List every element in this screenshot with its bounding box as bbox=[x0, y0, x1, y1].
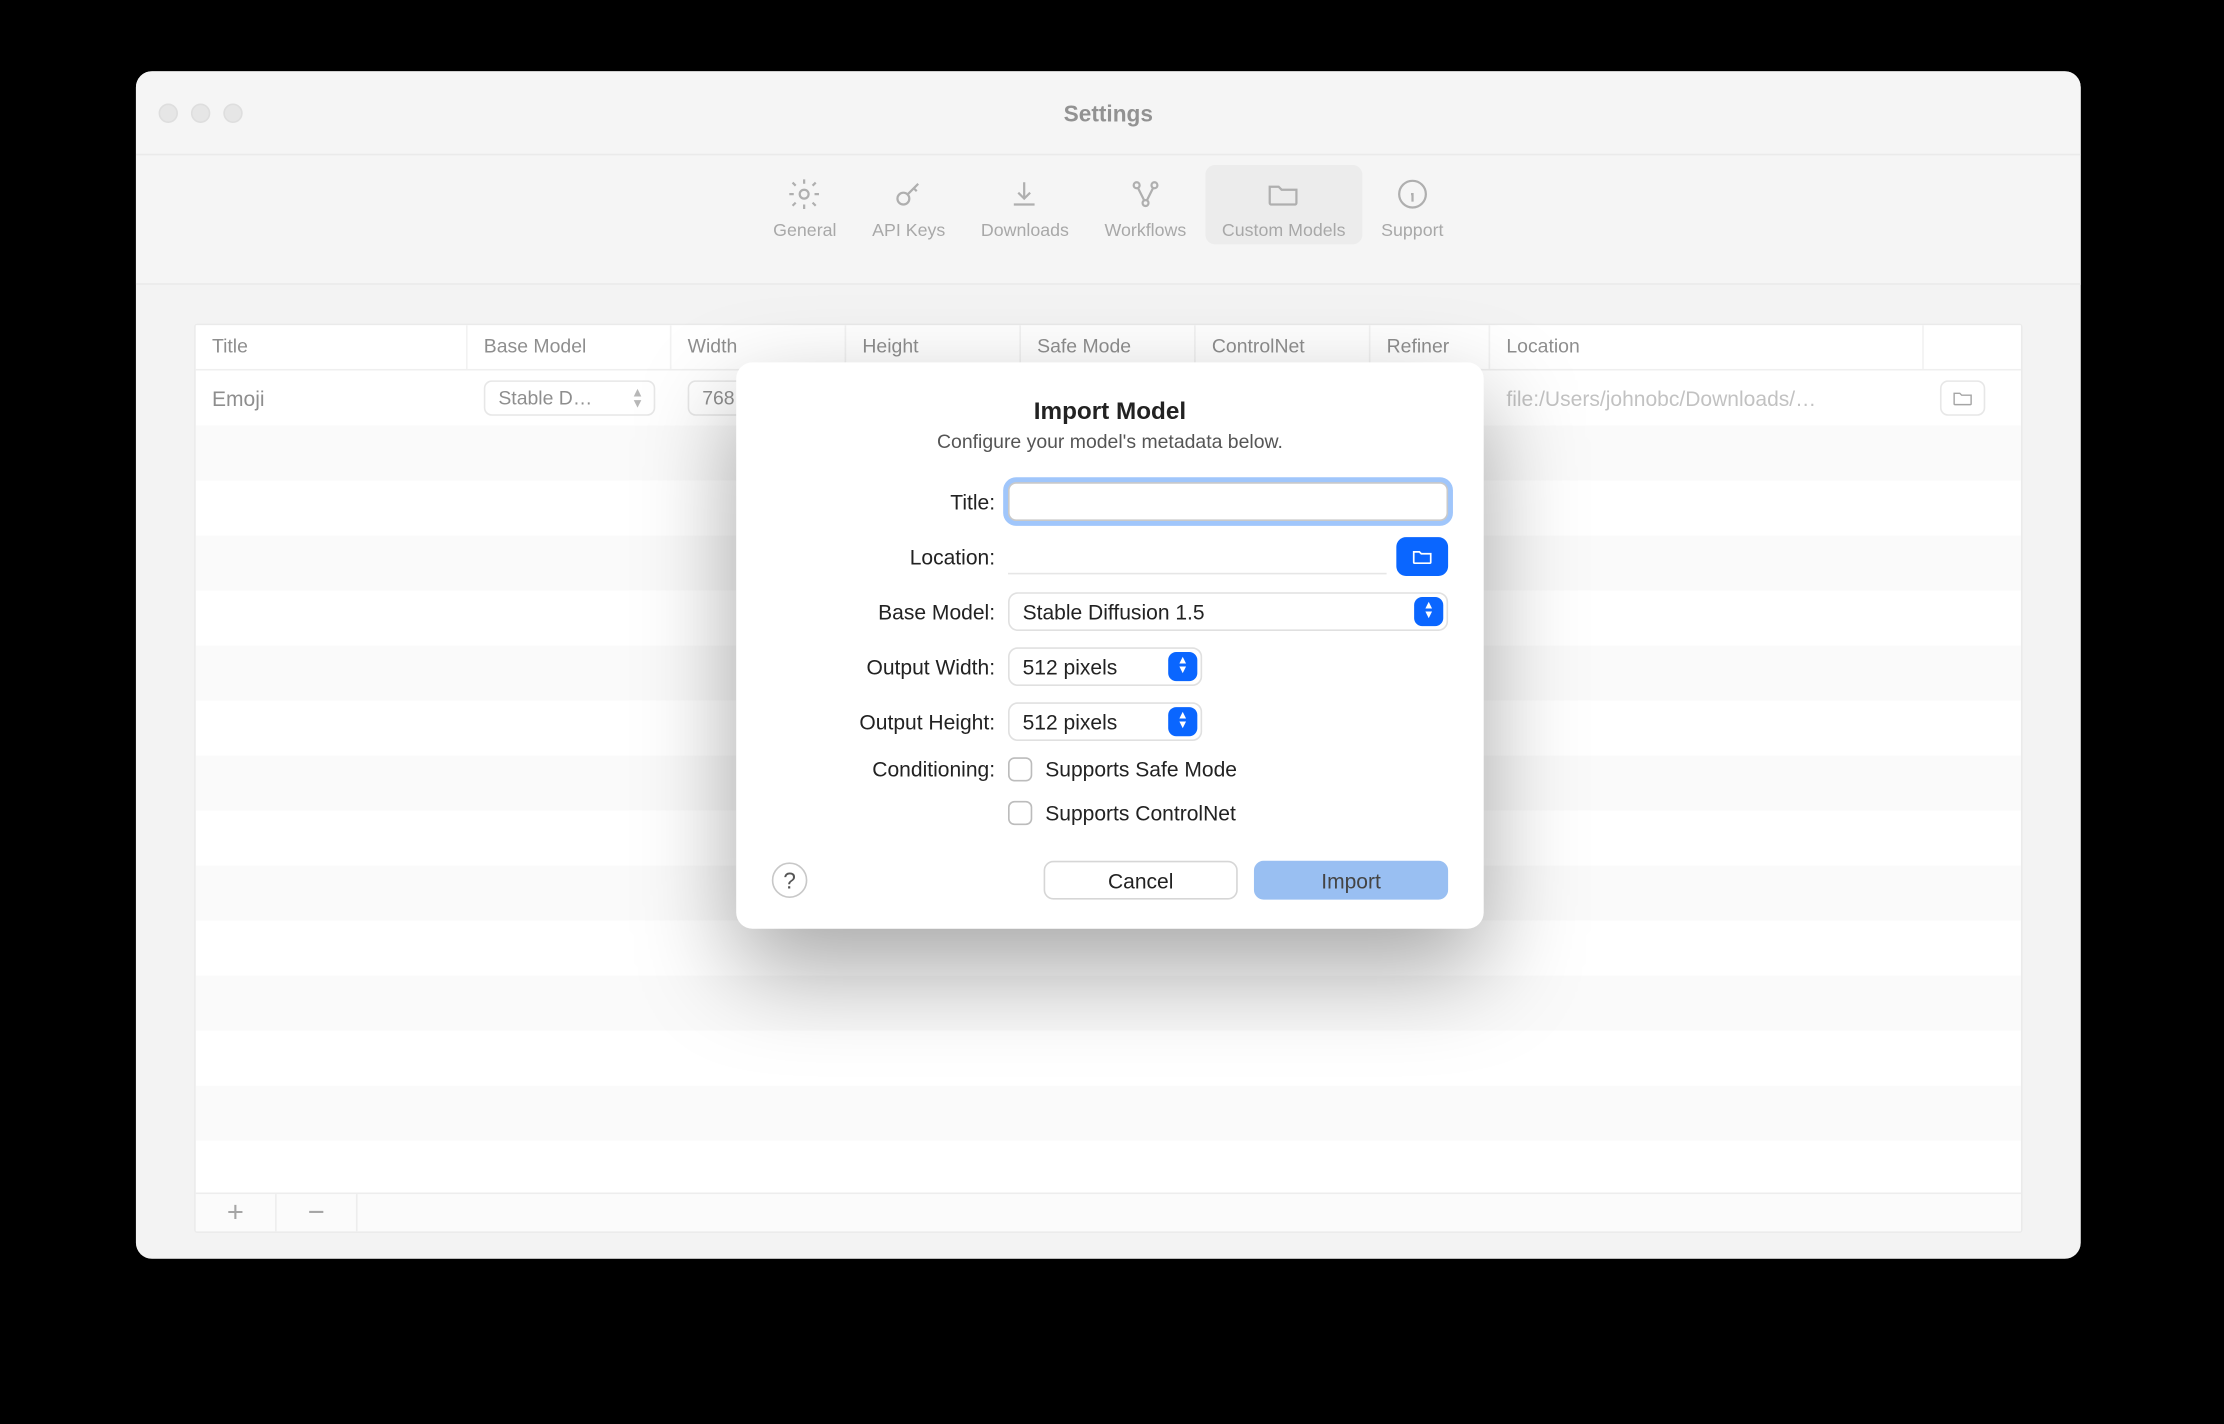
output-width-dropdown[interactable]: 512 pixels ▲▼ bbox=[1008, 647, 1202, 686]
base-model-label: Base Model: bbox=[772, 599, 1008, 623]
location-input[interactable] bbox=[1008, 539, 1387, 575]
controlnet-checkbox-label: Supports ControlNet bbox=[1045, 801, 1236, 825]
safe-mode-checkbox-label: Supports Safe Mode bbox=[1045, 757, 1237, 781]
output-width-label: Output Width: bbox=[772, 654, 1008, 678]
dialog-subtitle: Configure your model's metadata below. bbox=[772, 430, 1448, 453]
title-label: Title: bbox=[772, 489, 1008, 513]
chevron-updown-icon: ▲▼ bbox=[1414, 597, 1443, 626]
controlnet-checkbox[interactable] bbox=[1008, 801, 1032, 825]
chevron-updown-icon: ▲▼ bbox=[1168, 707, 1197, 736]
base-model-value: Stable Diffusion 1.5 bbox=[1023, 599, 1205, 623]
browse-location-button[interactable] bbox=[1396, 537, 1448, 576]
import-model-dialog: Import Model Configure your model's meta… bbox=[736, 362, 1484, 928]
output-height-label: Output Height: bbox=[772, 709, 1008, 733]
help-button[interactable]: ? bbox=[772, 862, 808, 898]
location-label: Location: bbox=[772, 544, 1008, 568]
dialog-title: Import Model bbox=[772, 398, 1448, 426]
base-model-dropdown[interactable]: Stable Diffusion 1.5 ▲▼ bbox=[1008, 592, 1448, 631]
output-height-dropdown[interactable]: 512 pixels ▲▼ bbox=[1008, 702, 1202, 741]
output-width-value: 512 pixels bbox=[1023, 654, 1118, 678]
output-height-value: 512 pixels bbox=[1023, 709, 1118, 733]
conditioning-label: Conditioning: bbox=[772, 757, 1008, 781]
cancel-button[interactable]: Cancel bbox=[1044, 861, 1238, 900]
title-input[interactable] bbox=[1008, 482, 1448, 521]
chevron-updown-icon: ▲▼ bbox=[1168, 652, 1197, 681]
import-button[interactable]: Import bbox=[1254, 861, 1448, 900]
folder-icon bbox=[1409, 545, 1435, 568]
safe-mode-checkbox[interactable] bbox=[1008, 757, 1032, 781]
